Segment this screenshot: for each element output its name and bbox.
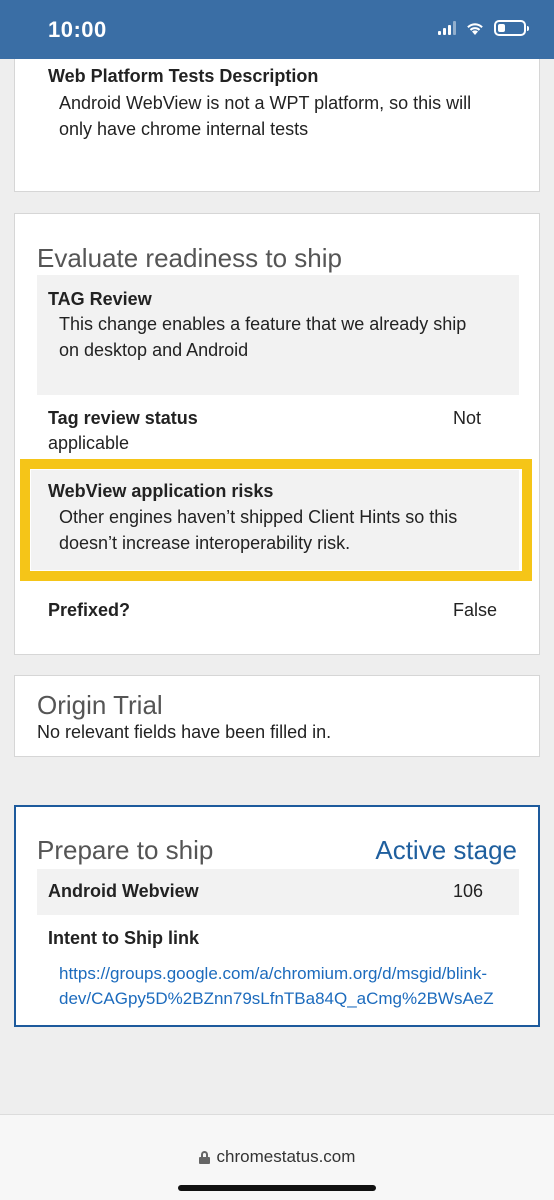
- wpt-text-line1: Android WebView is not a WPT platform, s…: [59, 93, 472, 113]
- tag-review-text: This change enables a feature that we al…: [59, 311, 466, 363]
- wpt-text: Android WebView is not a WPT platform, s…: [59, 90, 471, 142]
- intent-to-ship-link[interactable]: https://groups.google.com/a/chromium.org…: [59, 961, 494, 1011]
- ship-readiness-title: Evaluate readiness to ship: [37, 243, 342, 273]
- origin-trial-card: Origin Trial No relevant fields have bee…: [14, 675, 540, 757]
- prefixed-value: False: [453, 600, 498, 620]
- tag-review-line1: This change enables a feature that we al…: [59, 314, 467, 334]
- prepare-to-ship-card: Prepare to ship Active stage Android Web…: [14, 805, 540, 1027]
- status-time: 10:00: [48, 17, 107, 42]
- prepare-to-ship-title: Prepare to ship: [37, 835, 214, 865]
- tag-review-block: TAG Review This change enables a feature…: [37, 275, 519, 395]
- webview-risks-text: Other engines haven’t shipped Client Hin…: [59, 504, 457, 556]
- ship-readiness-card: Evaluate readiness to ship TAG Review Th…: [14, 213, 540, 655]
- intent-label: Intent to Ship link: [48, 928, 199, 948]
- active-stage-label: Active stage: [375, 835, 517, 865]
- webview-risks-line2: doesn’t increase interoperability risk.: [59, 533, 351, 553]
- wifi-icon: [467, 22, 483, 35]
- tag-status-label: Tag review status: [48, 408, 198, 428]
- signal-icon: [438, 21, 456, 35]
- wpt-text-line2: only have chrome internal tests: [59, 119, 309, 139]
- webview-risks-block: WebView application risks Other engines …: [31, 470, 519, 570]
- lock-icon: [198, 1150, 210, 1164]
- status-icons: [438, 20, 529, 36]
- url-text[interactable]: chromestatus.com: [217, 1147, 356, 1167]
- browser-bottom-bar: chromestatus.com: [0, 1114, 554, 1200]
- intent-link-line1[interactable]: https://groups.google.com/a/chromium.org…: [59, 961, 494, 986]
- page-content[interactable]: Web Platform Tests Description Android W…: [0, 59, 554, 1114]
- status-bar: 10:00: [0, 0, 554, 59]
- home-indicator[interactable]: [178, 1185, 376, 1191]
- prefixed-label: Prefixed?: [48, 600, 131, 620]
- android-webview-value: 106: [453, 881, 484, 901]
- wpt-label: Web Platform Tests Description: [48, 66, 319, 86]
- wpt-card: Web Platform Tests Description Android W…: [14, 59, 540, 192]
- tag-review-label: TAG Review: [48, 289, 152, 309]
- battery-icon: [494, 20, 529, 36]
- android-webview-block: Android Webview 106: [37, 869, 519, 915]
- tag-status-value-cont: applicable: [48, 433, 130, 453]
- tag-review-line2: on desktop and Android: [59, 340, 249, 360]
- webview-risks-label: WebView application risks: [48, 481, 274, 501]
- origin-trial-title: Origin Trial: [37, 690, 163, 720]
- intent-link-line2[interactable]: dev/CAGpy5D%2BZnn79sLfnTBa84Q_aCmg%2BWsA…: [59, 986, 494, 1011]
- address-bar[interactable]: chromestatus.com: [0, 1147, 554, 1167]
- android-webview-label: Android Webview: [48, 881, 199, 901]
- webview-risks-line1: Other engines haven’t shipped Client Hin…: [59, 507, 458, 527]
- tag-status-value: Not: [453, 408, 482, 428]
- origin-trial-text: No relevant fields have been filled in.: [37, 722, 332, 742]
